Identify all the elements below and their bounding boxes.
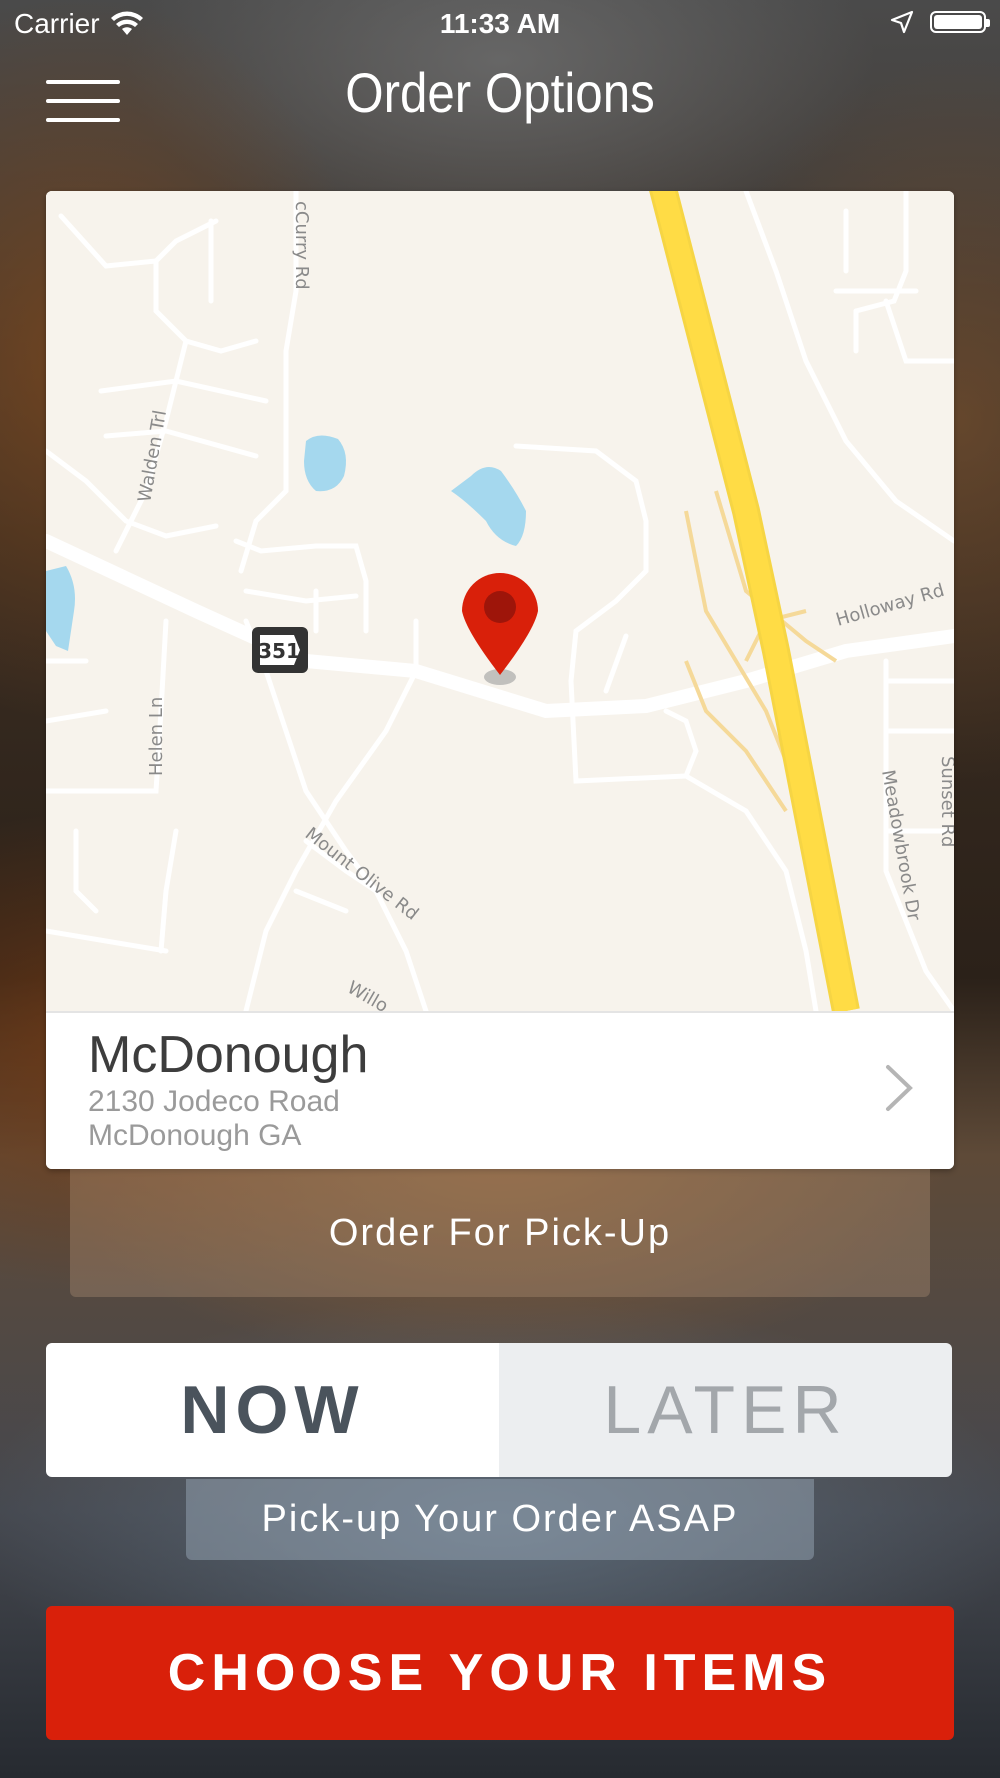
- street-label-sunset: Sunset Rd: [937, 756, 954, 847]
- status-right: [890, 10, 990, 34]
- location-card: cCurry Rd Walden Trl Helen Ln Mount Oliv…: [46, 191, 954, 1169]
- store-address-line2: McDonough GA: [88, 1119, 302, 1152]
- timing-segmented-control: NOW LATER: [46, 1343, 952, 1477]
- store-name: McDonough: [88, 1026, 369, 1084]
- street-label-mccurry: cCurry Rd: [291, 201, 312, 290]
- status-time: 11:33 AM: [439, 8, 561, 39]
- route-shield-number: 351: [258, 639, 300, 663]
- order-type-label: Order For Pick-Up: [70, 1169, 930, 1297]
- route-shield: 351: [252, 627, 308, 673]
- battery-icon: [930, 11, 990, 33]
- street-label-helen: Helen Ln: [146, 697, 167, 776]
- timing-note: Pick-up Your Order ASAP: [186, 1479, 814, 1560]
- store-address-line1: 2130 Jodeco Road: [88, 1085, 340, 1118]
- now-segment[interactable]: NOW: [46, 1343, 499, 1477]
- chevron-right-icon: [886, 1065, 913, 1111]
- status-bar: Carrier 11:33 AM: [0, 0, 1000, 50]
- choose-items-button[interactable]: CHOOSE YOUR ITEMS: [46, 1606, 954, 1740]
- store-info-row[interactable]: McDonough 2130 Jodeco Road McDonough GA: [46, 1011, 954, 1169]
- nav-bar: Order Options: [0, 50, 1000, 160]
- location-arrow-icon: [890, 10, 914, 34]
- later-segment[interactable]: LATER: [499, 1343, 952, 1477]
- store-map[interactable]: cCurry Rd Walden Trl Helen Ln Mount Oliv…: [46, 191, 954, 1011]
- page-title: Order Options: [345, 61, 655, 124]
